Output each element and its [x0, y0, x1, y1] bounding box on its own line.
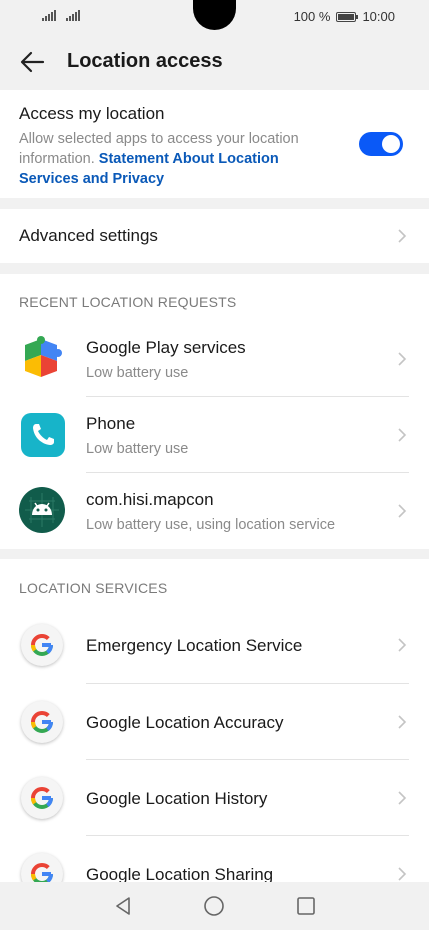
list-item-emergency-location-service[interactable]: Emergency Location Service	[0, 607, 429, 684]
chevron-right-icon	[398, 867, 407, 881]
list-item-google-location-sharing[interactable]: Google Location Sharing	[0, 836, 429, 882]
list-item-title: com.hisi.mapcon	[86, 490, 214, 509]
list-item-title: Google Location Accuracy	[86, 713, 284, 732]
status-right: 100 % 10:00	[294, 9, 395, 24]
battery-percent: 100 %	[293, 9, 331, 24]
chevron-right-icon	[398, 504, 407, 518]
recent-requests-header: RECENT LOCATION REQUESTS	[19, 294, 237, 310]
navigation-bar	[0, 882, 429, 930]
google-g-icon	[21, 777, 63, 819]
google-g-icon	[21, 853, 63, 882]
signal-icon	[66, 10, 80, 21]
list-item-subtitle: Low battery use, using location service	[86, 517, 336, 533]
list-item-title: Google Location Sharing	[86, 865, 274, 882]
list-item-google-location-history[interactable]: Google Location History	[0, 760, 429, 836]
signal-icon	[42, 10, 56, 21]
recents-square-icon[interactable]	[295, 895, 317, 917]
advanced-settings-label: Advanced settings	[19, 226, 158, 245]
chevron-right-icon	[398, 715, 407, 729]
home-circle-icon[interactable]	[203, 895, 225, 917]
android-icon	[19, 487, 65, 533]
phone-app-icon	[21, 413, 65, 457]
google-play-services-icon	[25, 336, 62, 377]
chevron-right-icon	[398, 229, 407, 243]
screen: 100 % 10:00 Location access Access my lo…	[0, 0, 429, 930]
battery-icon	[336, 11, 359, 22]
chevron-right-icon	[398, 638, 407, 652]
list-item-title: Phone	[86, 414, 136, 433]
list-item-phone[interactable]: Phone Low battery use	[0, 397, 429, 473]
list-item-title: Google Play services	[86, 338, 246, 357]
list-item-title: Google Location History	[86, 789, 268, 808]
status-bar: 100 % 10:00	[0, 0, 429, 34]
list-item-subtitle: Low battery use	[86, 441, 189, 457]
app-header: Location access	[0, 34, 429, 90]
chevron-right-icon	[398, 428, 407, 442]
list-item-google-location-accuracy[interactable]: Google Location Accuracy	[0, 684, 429, 760]
access-location-toggle[interactable]	[359, 132, 403, 156]
toggle-knob	[382, 135, 400, 153]
advanced-settings-row[interactable]: Advanced settings	[0, 209, 429, 263]
access-location-description: Allow selected apps to access your locat…	[19, 129, 319, 189]
list-item-google-play-services[interactable]: Google Play services Low battery use	[0, 321, 429, 397]
access-location-card: Access my location Allow selected apps t…	[0, 90, 429, 198]
clock: 10:00	[362, 9, 395, 24]
back-arrow-icon[interactable]	[18, 47, 48, 77]
page-title: Location access	[67, 50, 223, 72]
google-g-icon	[21, 624, 63, 666]
list-item-title: Emergency Location Service	[86, 636, 303, 655]
access-location-title: Access my location	[19, 104, 165, 123]
recent-requests-card: RECENT LOCATION REQUESTS Google Play ser…	[0, 274, 429, 549]
list-item-hisi-mapcon[interactable]: com.hisi.mapcon Low battery use, using l…	[0, 473, 429, 549]
chevron-right-icon	[398, 352, 407, 366]
location-services-header: LOCATION SERVICES	[19, 580, 168, 596]
list-item-subtitle: Low battery use	[86, 365, 189, 381]
google-g-icon	[21, 701, 63, 743]
chevron-right-icon	[398, 791, 407, 805]
back-triangle-icon[interactable]	[112, 895, 134, 917]
location-services-card: LOCATION SERVICES Emergency Location Ser…	[0, 559, 429, 882]
camera-notch	[193, 0, 236, 30]
